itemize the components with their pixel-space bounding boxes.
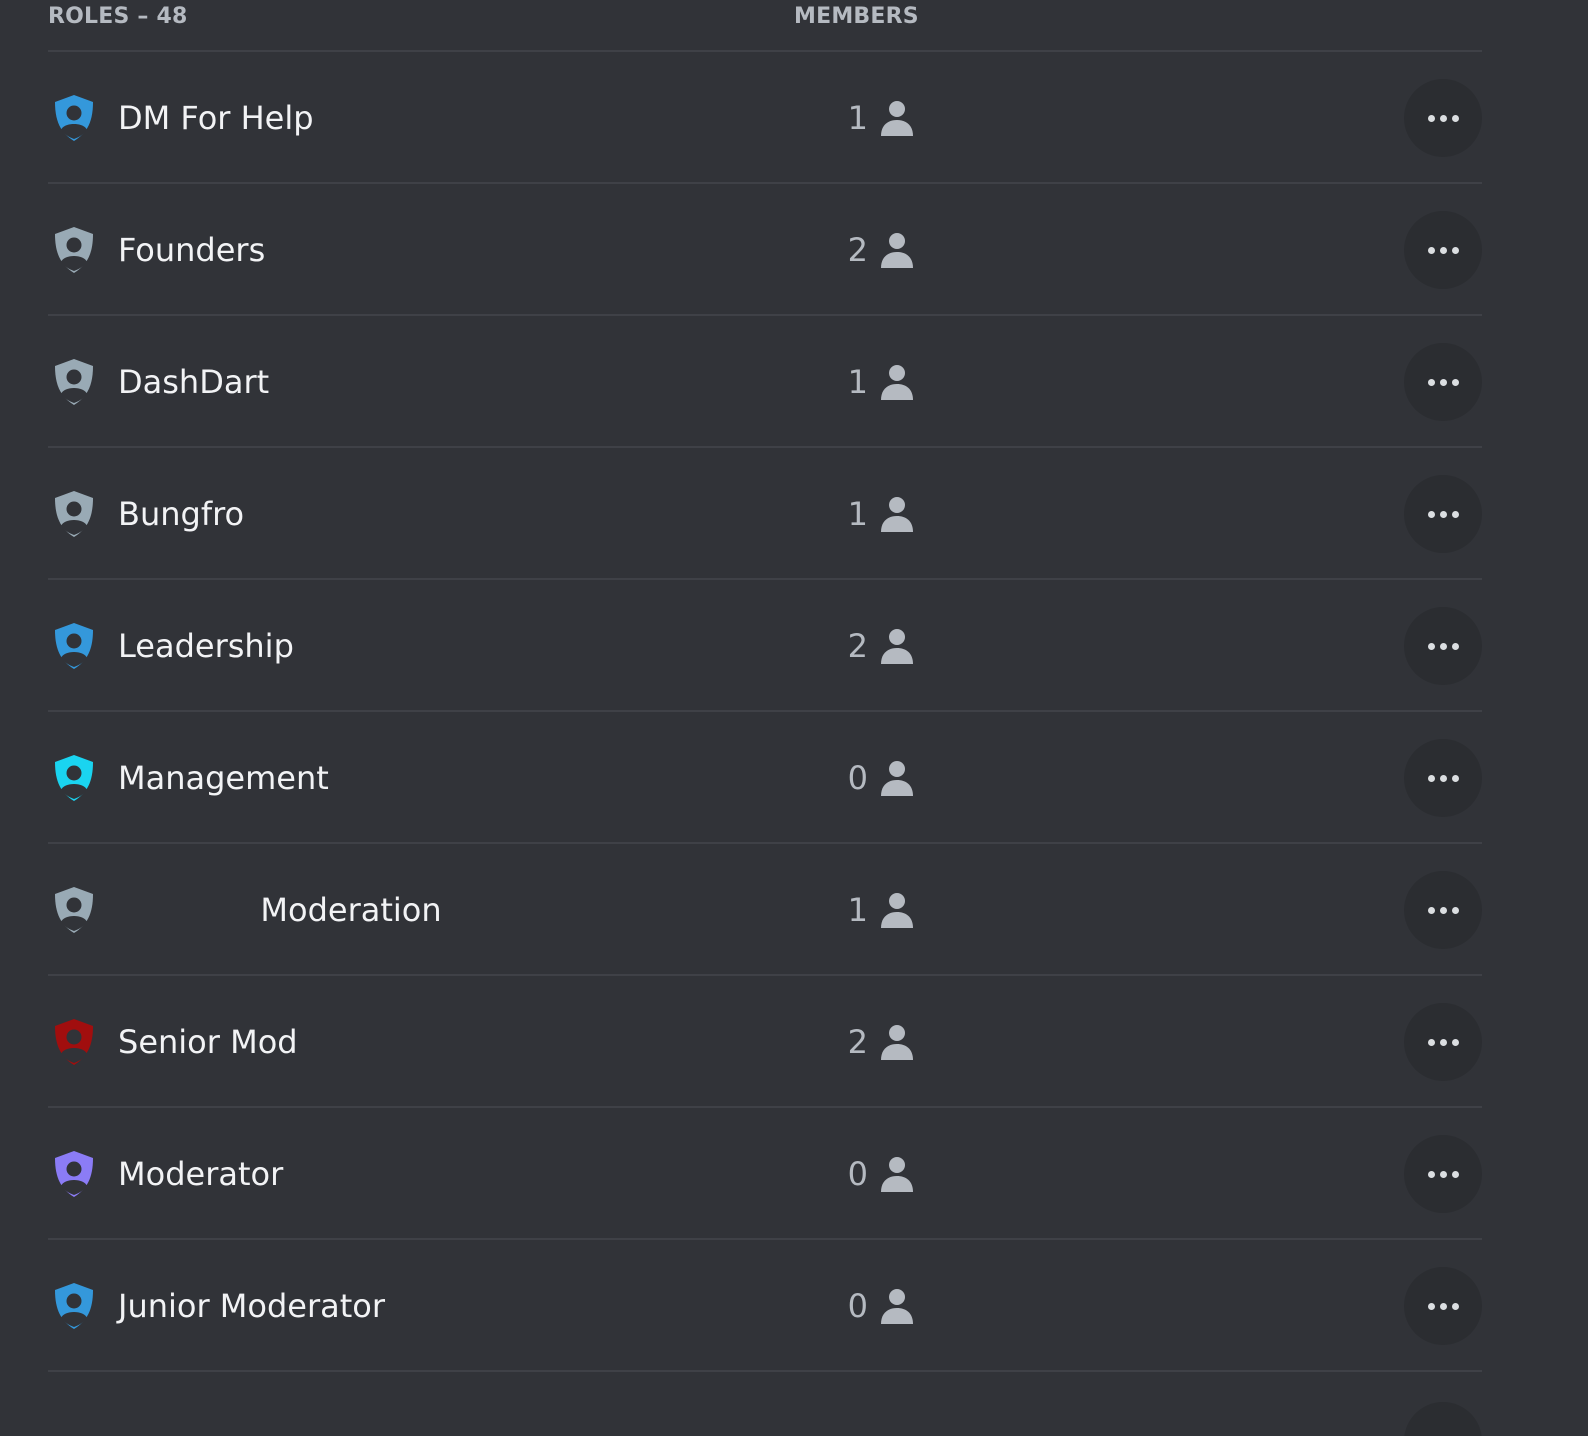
person-icon — [881, 497, 913, 532]
more-dots-icon — [1427, 774, 1459, 782]
more-dots-icon — [1427, 906, 1459, 914]
more-options-button-partial[interactable] — [1404, 1402, 1482, 1436]
member-count: 1 — [847, 891, 868, 929]
member-count: 1 — [847, 99, 868, 137]
role-name: Senior Mod — [118, 1023, 298, 1061]
more-dots-icon — [1427, 642, 1459, 650]
more-options-button[interactable] — [1404, 79, 1482, 157]
role-row[interactable]: Leadership 2 — [48, 580, 1482, 712]
roles-list-header: ROLES – 48 MEMBERS — [48, 0, 1482, 52]
more-dots-icon — [1427, 510, 1459, 518]
member-count: 2 — [847, 231, 868, 269]
shield-user-icon — [55, 623, 93, 669]
role-row[interactable]: Founders 2 — [48, 184, 1482, 316]
shield-user-icon — [55, 491, 93, 537]
person-icon — [881, 1157, 913, 1192]
role-name: Leadership — [118, 627, 294, 665]
more-dots-icon — [1427, 378, 1459, 386]
member-count: 0 — [847, 1155, 868, 1193]
person-icon — [881, 1025, 913, 1060]
role-name: Management — [118, 759, 329, 797]
person-icon — [881, 629, 913, 664]
member-count: 2 — [847, 1023, 868, 1061]
role-name: Junior Moderator — [118, 1287, 386, 1325]
shield-user-icon — [55, 755, 93, 801]
more-dots-icon — [1427, 114, 1459, 122]
member-count: 1 — [847, 495, 868, 533]
more-dots-icon — [1427, 1170, 1459, 1178]
more-options-button[interactable] — [1404, 1267, 1482, 1345]
more-options-button[interactable] — [1404, 475, 1482, 553]
role-row[interactable]: Moderator 0 — [48, 1108, 1482, 1240]
role-row[interactable]: Bungfro 1 — [48, 448, 1482, 580]
role-row[interactable]: Senior Mod 2 — [48, 976, 1482, 1108]
role-name: DM For Help — [118, 99, 314, 137]
person-icon — [881, 233, 913, 268]
more-options-button[interactable] — [1404, 211, 1482, 289]
person-icon — [881, 365, 913, 400]
member-count: 2 — [847, 627, 868, 665]
role-row[interactable]: DM For Help 1 — [48, 52, 1482, 184]
member-count: 0 — [847, 759, 868, 797]
role-name: DashDart — [118, 363, 270, 401]
more-dots-icon — [1427, 1302, 1459, 1310]
member-count: 1 — [847, 363, 868, 401]
roles-page: ROLES – 48 MEMBERS DM For Help 1 Founders 2… — [0, 0, 1588, 1436]
role-row[interactable]: Moderation 1 — [48, 844, 1482, 976]
role-row[interactable]: Junior Moderator 0 — [48, 1240, 1482, 1372]
more-options-button[interactable] — [1404, 739, 1482, 817]
role-name: Moderation — [118, 891, 442, 929]
person-icon — [881, 893, 913, 928]
member-count: 0 — [847, 1287, 868, 1325]
person-icon — [881, 101, 913, 136]
shield-user-icon — [55, 359, 93, 405]
more-dots-icon — [1427, 1038, 1459, 1046]
role-row[interactable]: DashDart 1 — [48, 316, 1482, 448]
person-icon — [881, 761, 913, 796]
more-options-button[interactable] — [1404, 343, 1482, 421]
more-options-button[interactable] — [1404, 1003, 1482, 1081]
shield-user-icon — [55, 1019, 93, 1065]
shield-user-icon — [55, 1283, 93, 1329]
role-row[interactable]: Management 0 — [48, 712, 1482, 844]
role-name: Founders — [118, 231, 266, 269]
roles-list: DM For Help 1 Founders 2 DashDart 1 Bungfro 1 Le… — [48, 52, 1482, 1372]
shield-user-icon — [55, 887, 93, 933]
role-name: Bungfro — [118, 495, 245, 533]
more-options-button[interactable] — [1404, 607, 1482, 685]
members-column-heading: MEMBERS — [794, 4, 919, 29]
more-options-button[interactable] — [1404, 871, 1482, 949]
roles-count-heading: ROLES – 48 — [48, 4, 188, 29]
shield-user-icon — [55, 227, 93, 273]
more-dots-icon — [1427, 246, 1459, 254]
person-icon — [881, 1289, 913, 1324]
more-options-button[interactable] — [1404, 1135, 1482, 1213]
role-name: Moderator — [118, 1155, 284, 1193]
shield-user-icon — [55, 1151, 93, 1197]
shield-user-icon — [55, 95, 93, 141]
